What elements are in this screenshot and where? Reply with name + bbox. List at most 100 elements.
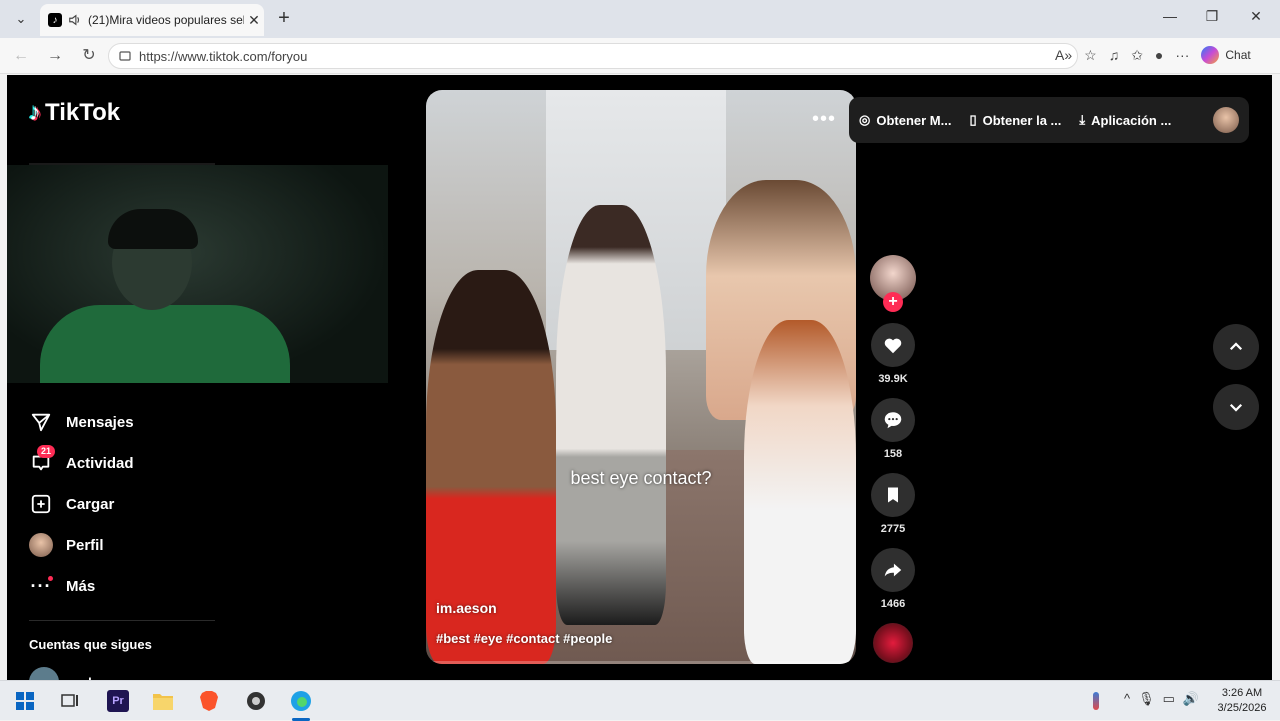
tiktok-note-icon: ♪ (29, 99, 41, 126)
following-user-item[interactable]: paloma (29, 667, 119, 680)
profile-avatar-button[interactable] (1213, 107, 1239, 133)
network-icon[interactable]: ▭ (1163, 691, 1175, 707)
video-person-right-bottom (744, 320, 856, 664)
video-caption: best eye contact? (570, 468, 712, 488)
microphone-icon[interactable]: 🎙 (1138, 691, 1155, 707)
video-person-center (556, 205, 666, 625)
volume-icon[interactable]: 🔊 (1183, 691, 1199, 707)
desktop-app-link[interactable]: ⤓ Aplicación ... (1079, 112, 1171, 128)
copilot-icon (1201, 46, 1220, 64)
sidebar-item-label: Actividad (66, 454, 134, 472)
tiktok-logo[interactable]: ♪ TikTok (29, 99, 120, 127)
video-progress-bar[interactable] (426, 661, 856, 664)
creator-avatar[interactable]: + (870, 255, 916, 312)
minimize-button[interactable]: — (1155, 8, 1185, 30)
video-author[interactable]: im.aeson (436, 600, 497, 616)
sidebar-item-cargar[interactable]: Cargar (29, 492, 114, 516)
chevron-up-tray-icon[interactable]: ^ (1124, 691, 1130, 707)
comment-button[interactable] (871, 398, 915, 442)
browser-actions: A» ☆ ♫ ✩ ● ··· Chat (1055, 46, 1251, 64)
download-icon: ⤓ (1079, 112, 1086, 127)
next-video-button[interactable] (1213, 384, 1259, 430)
logo-text: TikTok (45, 99, 121, 126)
address-toolbar: ← → ↻ https://www.tiktok.com/foryou A» ☆… (0, 38, 1280, 74)
sidebar-item-label: Más (66, 577, 96, 595)
share-count: 1466 (880, 598, 906, 610)
sidebar-item-actividad[interactable]: 21 Actividad (29, 445, 134, 475)
sidebar-item-label: Mensajes (66, 413, 134, 431)
temperature-icon[interactable] (1083, 688, 1109, 714)
forward-icon[interactable]: → (42, 44, 68, 68)
account-icon[interactable]: ● (1155, 47, 1163, 63)
webcam-overlay (7, 165, 388, 383)
sidebar-item-label: Cargar (66, 495, 115, 513)
video-player[interactable]: ••• best eye contact? im.aeson #best #ey… (426, 90, 856, 664)
speaker-icon[interactable] (68, 13, 82, 27)
chat-button[interactable]: Chat (1201, 46, 1251, 64)
more-menu-icon[interactable]: ··· (1175, 47, 1189, 63)
refresh-icon[interactable]: ↻ (76, 44, 102, 68)
read-aloud-icon[interactable]: A» (1055, 47, 1072, 63)
save-button[interactable] (871, 473, 915, 517)
sidebar-item-mensajes[interactable]: Mensajes (29, 410, 134, 434)
sidebar-item-perfil[interactable]: Perfil (29, 533, 104, 557)
restore-button[interactable]: ❐ (1197, 8, 1227, 30)
task-view-icon[interactable] (57, 688, 83, 714)
url-field[interactable]: https://www.tiktok.com/foryou (108, 43, 1078, 69)
comment-icon (884, 412, 902, 429)
back-icon[interactable]: ← (8, 44, 34, 68)
file-explorer-icon[interactable] (150, 688, 176, 714)
clock-time: 3:26 AM (1221, 687, 1263, 699)
video-hashtags[interactable]: #best #eye #contact #people (436, 631, 612, 646)
video-more-icon[interactable]: ••• (812, 108, 836, 131)
premiere-icon[interactable]: Pr (105, 688, 131, 714)
favorite-icon[interactable]: ☆ (1084, 47, 1097, 64)
bell-icon: 21 (29, 445, 56, 475)
share-button[interactable] (871, 548, 915, 592)
music-disc-icon[interactable] (873, 623, 913, 663)
tab-close-icon[interactable]: ✕ (244, 12, 264, 29)
avatar (29, 667, 59, 680)
favorites-bar-icon[interactable]: ✩ (1131, 47, 1143, 64)
sidebar-item-label: Perfil (66, 536, 104, 554)
media-icon[interactable]: ♫ (1109, 47, 1120, 63)
like-button[interactable] (871, 323, 915, 367)
tab-actions-menu[interactable]: ⌄ (8, 7, 34, 31)
sidebar-item-mas[interactable]: ··· Más (29, 574, 96, 598)
phone-icon: ▯ (969, 112, 977, 127)
obs-icon[interactable] (243, 688, 269, 714)
chat-label: Chat (1225, 48, 1251, 62)
browser-tab[interactable]: ♪ (21)Mira videos populares sel ✕ (40, 4, 264, 36)
top-actions-bar: ◎ Obtener M... ▯ Obtener la ... ⤓ Aplica… (849, 97, 1249, 143)
previous-video-button[interactable] (1213, 324, 1259, 370)
coin-icon: ◎ (859, 112, 871, 127)
more-icon: ··· (30, 575, 53, 596)
following-title: Cuentas que sigues (29, 637, 152, 652)
avatar (29, 533, 53, 557)
sidebar-divider (29, 620, 215, 621)
premiere-glyph: Pr (107, 690, 129, 712)
system-tray: ^ 🎙 ▭ 🔊 (1124, 691, 1199, 707)
get-coins-link[interactable]: ◎ Obtener M... (859, 112, 951, 128)
tab-title: (21)Mira videos populares sel (88, 13, 244, 27)
tiktok-favicon-icon: ♪ (48, 13, 62, 27)
comment-count: 158 (883, 448, 903, 460)
new-tab-button[interactable]: + (272, 8, 296, 30)
brave-icon[interactable] (196, 688, 222, 714)
webcam-person-body (40, 305, 290, 383)
chevron-up-icon (1229, 342, 1243, 351)
windows-start-icon[interactable] (12, 688, 38, 714)
system-clock[interactable]: 3:26 AM 3/25/2026 (1214, 686, 1270, 716)
heart-icon (884, 338, 902, 354)
lock-icon[interactable] (119, 50, 131, 62)
follow-plus-icon[interactable]: + (883, 292, 903, 312)
webcam-person-hair (108, 209, 198, 249)
windows-taskbar: Pr ^ 🎙 ▭ 🔊 3:26 AM 3/25/2026 (0, 680, 1280, 721)
close-window-button[interactable]: ✕ (1241, 8, 1271, 30)
chevron-down-icon (1229, 403, 1243, 412)
get-app-label: Obtener la ... (982, 112, 1062, 128)
bookmark-icon (888, 487, 898, 503)
new-dot (48, 576, 53, 581)
edge-icon[interactable] (288, 688, 314, 714)
get-app-link[interactable]: ▯ Obtener la ... (969, 112, 1061, 128)
